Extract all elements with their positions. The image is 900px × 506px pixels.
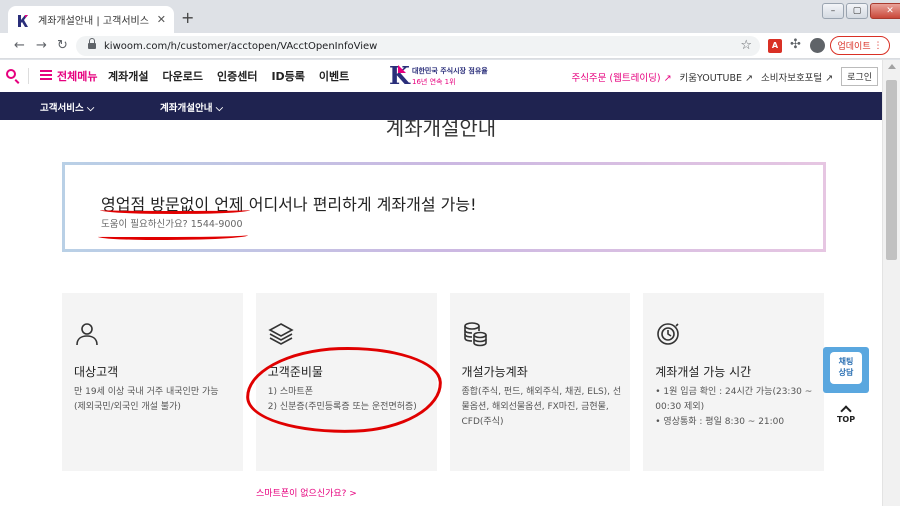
address-bar: ← → ↻ kiwoom.com/h/customer/acctopen/VAc… xyxy=(0,33,900,59)
profile-avatar-icon[interactable] xyxy=(810,38,825,53)
url-text: kiwoom.com/h/customer/acctopen/VAcctOpen… xyxy=(104,40,378,52)
forward-arrow-icon[interactable]: → xyxy=(36,38,47,53)
browser-tabstrip: 계좌개설안내 | 고객서비스 | 키움 ✕ + – ▢ ✕ xyxy=(0,0,900,33)
nav-account-open[interactable]: 계좌개설 xyxy=(108,68,148,84)
window-controls: – ▢ ✕ xyxy=(820,0,900,20)
minimize-button[interactable]: – xyxy=(822,3,844,19)
bookmark-star-icon[interactable]: ☆ xyxy=(740,38,752,53)
hamburger-menu-icon[interactable] xyxy=(40,70,52,80)
card-line: 물옵션, 해외선물옵션, FX마진, 금현물, xyxy=(461,402,609,412)
logo-tagline-2: 16년 연속 1위 xyxy=(412,78,456,86)
card-line: 00:30 제외) xyxy=(655,402,705,412)
layers-icon xyxy=(268,321,294,347)
site-header: 전체메뉴 계좌개설 다운로드 인증센터 ID등록 이벤트 K 대한민국 주식시장… xyxy=(0,60,882,92)
maximize-button[interactable]: ▢ xyxy=(846,3,868,19)
page-scrollbar[interactable] xyxy=(882,60,900,506)
card-body: • 1원 입금 확인 : 24시간 가능(23:30 ~ 00:30 제외) •… xyxy=(655,385,820,430)
extensions-puzzle-icon[interactable]: ✣ xyxy=(790,37,804,52)
reload-icon[interactable]: ↻ xyxy=(57,38,68,53)
no-smartphone-link[interactable]: 스마트폰이 없으신가요? > xyxy=(256,486,357,499)
subnav-account-open-info-label[interactable]: 계좌개설안내 ⌵ xyxy=(160,100,223,114)
lock-icon xyxy=(88,37,96,51)
url-input[interactable]: kiwoom.com/h/customer/acctopen/VAcctOpen… xyxy=(76,36,760,56)
youtube-link[interactable]: 키움YOUTUBE ↗ xyxy=(680,70,753,84)
card-line: 만 19세 이상 국내 거주 내국인만 가능 xyxy=(74,387,219,397)
card-line: • 1원 입금 확인 : 24시간 가능(23:30 ~ xyxy=(655,387,813,397)
subnav-overlay: 고객서비스 ⌵ 계좌개설안내 ⌵ xyxy=(0,92,882,120)
subnav-customer-service-label[interactable]: 고객서비스 ⌵ xyxy=(40,100,94,114)
tab-close-icon[interactable]: ✕ xyxy=(157,13,166,26)
card-title: 계좌개설 가능 시간 xyxy=(655,365,752,379)
tab-title: 계좌개설안내 | 고객서비스 | 키움 xyxy=(38,16,151,27)
more-menu-icon: ⋮ xyxy=(873,40,883,51)
chat-consult-button[interactable]: 채팅 상담 xyxy=(823,347,869,393)
red-underline-annotation xyxy=(100,206,250,214)
info-cards: 대상고객 만 19세 이상 국내 거주 내국인만 가능 (제외국민/외국인 개설… xyxy=(62,293,824,471)
nav-certificate-center[interactable]: 인증센터 xyxy=(217,68,257,84)
global-nav: 계좌개설 다운로드 인증센터 ID등록 이벤트 xyxy=(108,68,349,84)
card-line: • 영상통화 : 평일 8:30 ~ 21:00 xyxy=(655,417,785,427)
header-right-links: 주식주문 (웹트레이딩) ↗ 키움YOUTUBE ↗ 소비자보호포털 ↗ 로그인 xyxy=(571,67,878,86)
card-line: CFD(주식) xyxy=(461,417,504,427)
login-button[interactable]: 로그인 xyxy=(841,67,878,86)
update-button[interactable]: 업데이트 ⋮ xyxy=(830,36,890,55)
scroll-top-button[interactable]: TOP xyxy=(833,404,859,430)
chat-label-2: 상담 xyxy=(838,368,854,377)
card-title: 대상고객 xyxy=(74,365,119,379)
logo-tagline-1: 대한민국 주식시장 점유율 xyxy=(412,67,488,75)
chat-bubble-icon: 채팅 상담 xyxy=(830,352,862,384)
card-body: 만 19세 이상 국내 거주 내국인만 가능 (제외국민/외국인 개설 불가) xyxy=(74,385,239,415)
scroll-up-arrow-icon[interactable] xyxy=(888,64,896,69)
card-line: 종합(주식, 펀드, 해외주식, 채권, ELS), 선 xyxy=(461,387,622,397)
scroll-thumb[interactable] xyxy=(886,80,897,260)
search-icon[interactable] xyxy=(6,69,16,79)
card-line: (제외국민/외국인 개설 불가) xyxy=(74,402,181,412)
all-menu-link[interactable]: 전체메뉴 xyxy=(57,68,97,84)
card-title: 개설가능계좌 xyxy=(461,365,528,379)
chat-label-1: 채팅 xyxy=(838,357,854,366)
card-available-accounts: 개설가능계좌 종합(주식, 펀드, 해외주식, 채권, ELS), 선 물옵션,… xyxy=(449,293,631,471)
coins-icon xyxy=(462,321,488,347)
kiwoom-logo[interactable]: K 대한민국 주식시장 점유율 16년 연속 1위 xyxy=(389,63,489,89)
web-trading-link[interactable]: 주식주문 (웹트레이딩) ↗ xyxy=(571,70,671,84)
nav-event[interactable]: 이벤트 xyxy=(319,68,349,84)
banner-help-phone: 도움이 필요하신가요? 1544-9000 xyxy=(101,219,243,230)
card-target-customer: 대상고객 만 19세 이상 국내 거주 내국인만 가능 (제외국민/외국인 개설… xyxy=(62,293,243,471)
clock-icon xyxy=(655,321,681,347)
header-divider xyxy=(28,68,29,84)
card-body: 종합(주식, 펀드, 해외주식, 채권, ELS), 선 물옵션, 해외선물옵션… xyxy=(462,385,627,430)
page-viewport: 전체메뉴 계좌개설 다운로드 인증센터 ID등록 이벤트 K 대한민국 주식시장… xyxy=(0,60,882,506)
person-icon xyxy=(74,321,100,347)
update-label: 업데이트 xyxy=(837,42,871,52)
pdf-extension-icon[interactable]: A xyxy=(768,39,782,53)
nav-id-register[interactable]: ID등록 xyxy=(271,68,304,84)
card-available-time: 계좌개설 가능 시간 • 1원 입금 확인 : 24시간 가능(23:30 ~ … xyxy=(643,293,824,471)
browser-tab[interactable]: 계좌개설안내 | 고객서비스 | 키움 ✕ xyxy=(8,6,174,33)
consumer-portal-link[interactable]: 소비자보호포털 ↗ xyxy=(761,70,833,84)
kiwoom-favicon-icon xyxy=(16,13,30,27)
back-arrow-icon[interactable]: ← xyxy=(14,38,25,53)
logo-accent xyxy=(398,65,406,73)
nav-download[interactable]: 다운로드 xyxy=(162,68,202,84)
close-window-button[interactable]: ✕ xyxy=(870,3,900,19)
new-tab-button[interactable]: + xyxy=(181,10,194,26)
